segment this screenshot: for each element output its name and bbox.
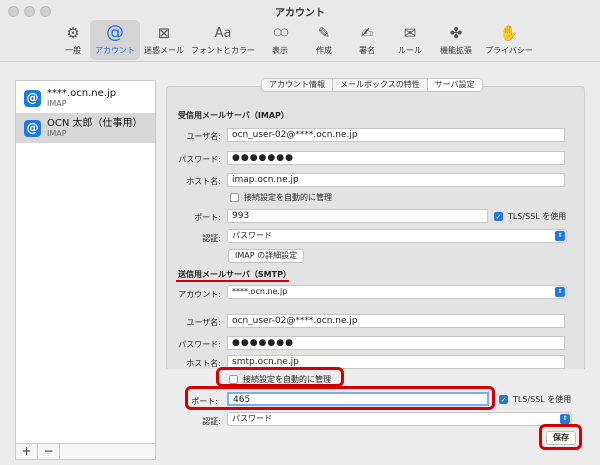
- checkbox-box[interactable]: [230, 193, 239, 202]
- outgoing-account-label: アカウント:: [178, 290, 221, 299]
- incoming-port-label: ポート:: [194, 213, 221, 222]
- outgoing-auth-label: 認証:: [202, 417, 221, 426]
- outgoing-host-label: ホスト名:: [186, 359, 221, 368]
- at-icon: @: [106, 22, 124, 43]
- add-account-button[interactable]: +: [16, 444, 38, 459]
- highlight-box-port: [185, 386, 495, 410]
- account-item-selected[interactable]: @ OCN 太郎（仕事用） IMAP: [16, 113, 155, 143]
- toolbar-fonts-colors[interactable]: Aa フォントとカラー: [188, 20, 258, 60]
- glasses-icon: ○○: [273, 27, 288, 38]
- tab-account-info[interactable]: アカウント情報: [262, 79, 333, 91]
- incoming-host-input[interactable]: imap.ocn.ne.jp: [227, 173, 565, 187]
- incoming-port-input[interactable]: 993: [227, 209, 488, 223]
- title-bar: アカウント ⚙ 一般 @ アカウント ⊠ 迷惑メール Aa フォントとカラー ○…: [0, 0, 600, 62]
- outgoing-tls-checkbox[interactable]: ✓ TLS/SSL を使用: [499, 394, 571, 405]
- incoming-auth-label: 認証:: [202, 234, 221, 243]
- incoming-tls-checkbox[interactable]: ✓ TLS/SSL を使用: [494, 211, 566, 222]
- at-icon: @: [24, 119, 41, 137]
- toolbar-accounts[interactable]: @ アカウント: [90, 20, 140, 60]
- accounts-sidebar: @ ****.ocn.ne.jp IMAP @ OCN 太郎（仕事用） IMAP…: [15, 80, 156, 460]
- outgoing-auth-select[interactable]: パスワード ⇕: [227, 412, 572, 426]
- junk-mail-icon: ⊠: [157, 23, 171, 42]
- highlight-underline: [176, 280, 289, 282]
- incoming-section-title: 受信用メールサーバ（IMAP）: [178, 111, 289, 120]
- chevron-updown-icon: ⇕: [555, 231, 565, 241]
- account-item[interactable]: @ ****.ocn.ne.jp IMAP: [16, 83, 155, 113]
- toolbar-composing[interactable]: ✎ 作成: [302, 20, 346, 60]
- toolbar-extensions[interactable]: ✤ 機能拡張: [432, 20, 480, 60]
- chevron-updown-icon: ⇕: [560, 414, 570, 424]
- outgoing-username-input[interactable]: ocn_user-02@****.ocn.ne.jp: [227, 314, 565, 328]
- highlight-box-auto-manage: [216, 367, 344, 387]
- highlight-box-save: [539, 424, 582, 450]
- tab-mailbox-behaviors[interactable]: メールボックスの特性: [333, 79, 428, 91]
- gear-icon: ⚙: [66, 23, 80, 42]
- checkmark-icon[interactable]: ✓: [494, 212, 503, 221]
- chevron-updown-icon: ⇕: [555, 287, 565, 297]
- toolbar-signatures[interactable]: ✍ 署名: [346, 20, 388, 60]
- settings-tabs: アカウント情報 メールボックスの特性 サーバ設定: [261, 78, 483, 92]
- outgoing-username-label: ユーザ名:: [186, 318, 221, 327]
- incoming-username-label: ユーザ名:: [186, 132, 221, 141]
- incoming-auth-select[interactable]: パスワード ⇕: [227, 229, 567, 243]
- toolbar-privacy[interactable]: ✋ プライバシー: [480, 20, 538, 60]
- toolbar-general[interactable]: ⚙ 一般: [56, 20, 90, 60]
- incoming-password-input[interactable]: ●●●●●●●: [227, 151, 565, 165]
- sidebar-footer: + −: [16, 443, 155, 459]
- remove-account-button[interactable]: −: [38, 444, 60, 459]
- toolbar-junk-mail[interactable]: ⊠ 迷惑メール: [140, 20, 188, 60]
- outgoing-account-select[interactable]: ****.ocn.ne.jp ⇕: [227, 285, 567, 299]
- imap-advanced-button[interactable]: IMAP の詳細設定: [228, 249, 305, 263]
- outgoing-password-input[interactable]: ●●●●●●●: [227, 336, 565, 350]
- incoming-password-label: パスワード:: [178, 155, 221, 164]
- privacy-hand-icon: ✋: [499, 23, 519, 42]
- rules-icon: ✉: [403, 23, 417, 42]
- toolbar-rules[interactable]: ✉ ルール: [388, 20, 432, 60]
- toolbar-viewing[interactable]: ○○ 表示: [258, 20, 302, 60]
- incoming-host-label: ホスト名:: [186, 177, 221, 186]
- tab-server-settings[interactable]: サーバ設定: [427, 79, 482, 91]
- incoming-auto-manage-checkbox[interactable]: 接続設定を自動的に管理: [230, 192, 332, 203]
- window-title: アカウント: [275, 8, 325, 19]
- outgoing-password-label: パスワード:: [178, 340, 221, 349]
- checkmark-icon[interactable]: ✓: [499, 395, 508, 404]
- at-icon: @: [24, 89, 41, 107]
- extension-icon: ✤: [449, 23, 463, 42]
- preferences-toolbar: ⚙ 一般 @ アカウント ⊠ 迷惑メール Aa フォントとカラー ○○ 表示 ✎…: [56, 20, 538, 60]
- outgoing-section-title: 送信用メールサーバ（SMTP）: [178, 270, 291, 279]
- compose-icon: ✎: [317, 23, 331, 42]
- incoming-username-input[interactable]: ocn_user-02@****.ocn.ne.jp: [227, 128, 565, 142]
- signature-icon: ✍: [360, 23, 374, 42]
- font-icon: Aa: [214, 25, 232, 41]
